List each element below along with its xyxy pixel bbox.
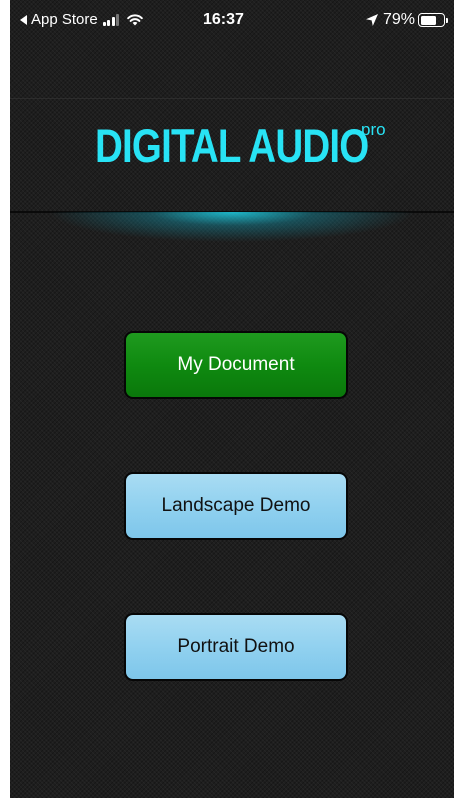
header-glow (50, 212, 414, 272)
battery-percent: 79% (382, 11, 415, 28)
battery-icon (418, 13, 445, 27)
status-time: 16:37 (203, 11, 244, 28)
wifi-icon (126, 14, 143, 26)
location-arrow-icon (365, 14, 378, 26)
logo-suffix: pro (361, 120, 386, 139)
back-triangle-icon (20, 14, 27, 25)
battery-tip (446, 17, 448, 23)
logo-title: DIGITAL AUDIO (95, 119, 369, 172)
app-logo: DIGITAL AUDIO pro (10, 118, 454, 173)
back-to-app-store[interactable]: App Store (20, 11, 144, 28)
my-document-button[interactable]: My Document (124, 331, 348, 399)
status-bar: App Store 16:37 79% (10, 0, 454, 40)
battery-fill (420, 15, 436, 25)
cellular-signal-icon (102, 13, 121, 26)
back-app-label: App Store (31, 11, 98, 28)
status-right: 79% (365, 11, 448, 29)
app-screen: App Store 16:37 79% DIGITAL AUDIO pro My… (10, 0, 454, 798)
landscape-demo-button[interactable]: Landscape Demo (124, 472, 348, 540)
portrait-demo-button[interactable]: Portrait Demo (124, 613, 348, 681)
